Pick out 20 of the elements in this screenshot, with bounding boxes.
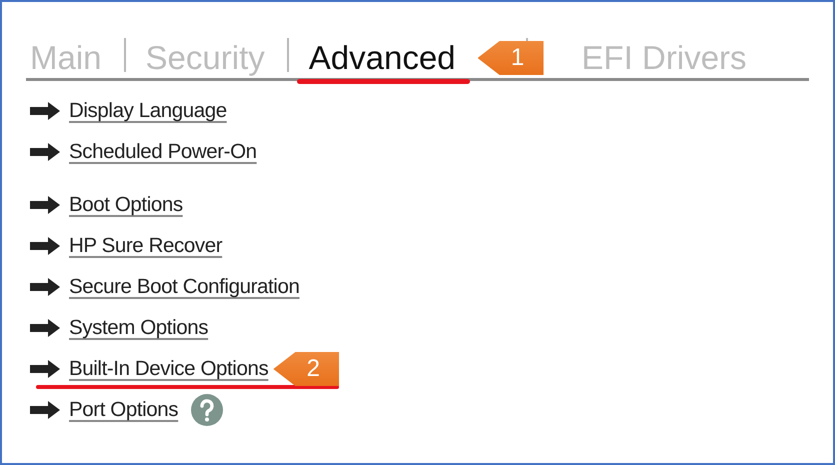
arrow-right-icon bbox=[30, 102, 60, 120]
menu-link[interactable]: Scheduled Power-On bbox=[69, 140, 257, 164]
menu-link[interactable]: System Options bbox=[69, 316, 208, 340]
tab[interactable]: Advanced bbox=[304, 38, 460, 78]
arrow-right-icon bbox=[30, 278, 60, 296]
menu-link[interactable]: Boot Options bbox=[69, 193, 183, 217]
arrow-right-icon bbox=[30, 360, 60, 378]
step-badge: 2 bbox=[273, 352, 340, 386]
menu-link[interactable]: Secure Boot Configuration bbox=[69, 275, 300, 299]
arrow-right-icon bbox=[30, 143, 60, 161]
menu-link[interactable]: Display Language bbox=[69, 99, 227, 123]
arrow-right-icon bbox=[30, 196, 60, 214]
step-badge: 1 bbox=[478, 41, 544, 75]
menu-link[interactable]: Built-In Device Options bbox=[69, 357, 268, 381]
arrow-right-icon bbox=[30, 237, 60, 255]
arrow-right-icon bbox=[30, 319, 60, 337]
menu-link[interactable]: Port Options bbox=[69, 398, 178, 422]
menu-link[interactable]: HP Sure Recover bbox=[69, 234, 222, 258]
help-icon[interactable] bbox=[191, 394, 224, 426]
arrow-right-icon bbox=[30, 401, 60, 419]
